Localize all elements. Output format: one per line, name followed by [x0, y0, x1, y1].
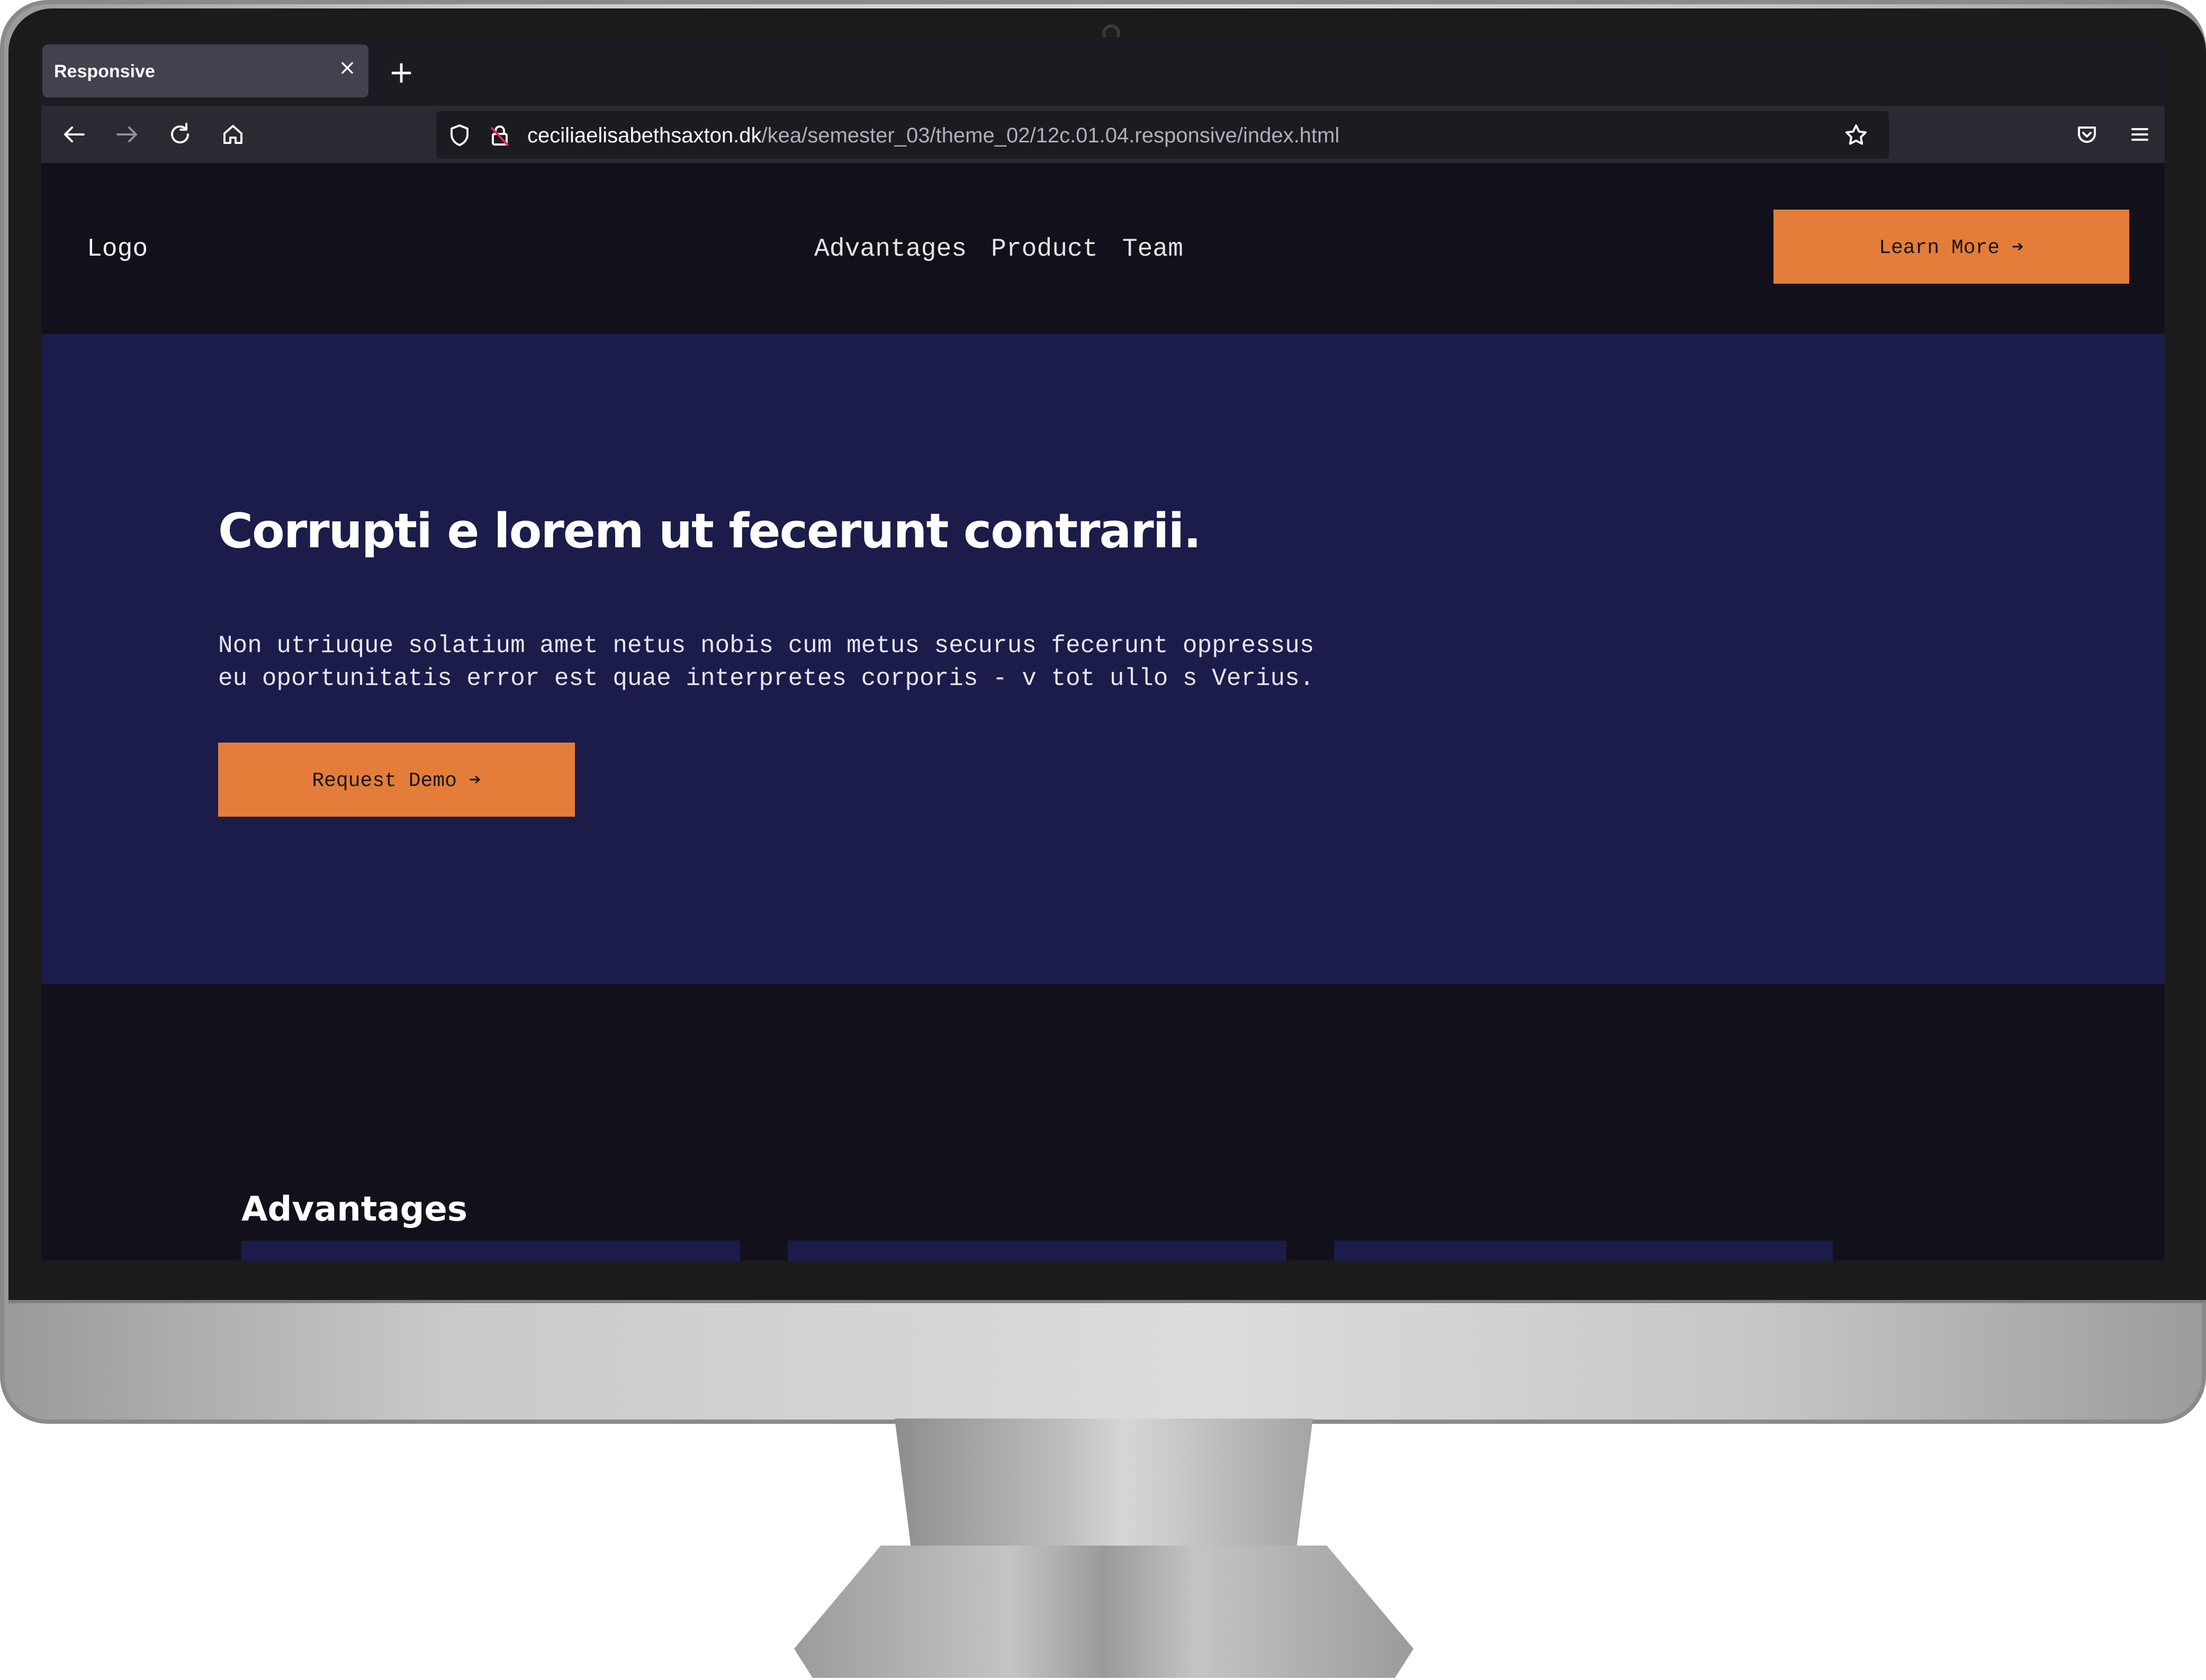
url-text[interactable]: ceciliaelisabethsaxton.dk/kea/semester_0…: [527, 124, 1339, 148]
advantages-heading: Advantages: [241, 1190, 467, 1229]
monitor-stand-neck: [895, 1419, 1313, 1551]
advantage-card: [788, 1241, 1286, 1261]
site-header: Logo Advantages Product Team Learn More …: [41, 163, 2165, 334]
url-bar[interactable]: ceciliaelisabethsaxton.dk/kea/semester_0…: [436, 111, 1889, 159]
hero-section: Corrupti e lorem ut fecerunt contrarii. …: [41, 334, 2165, 984]
navigation-toolbar: ceciliaelisabethsaxton.dk/kea/semester_0…: [41, 106, 2165, 163]
menu-icon[interactable]: [2124, 119, 2156, 150]
close-icon[interactable]: ×: [337, 57, 358, 78]
pocket-icon[interactable]: [2071, 119, 2103, 150]
home-icon[interactable]: [217, 119, 249, 150]
url-path: /kea/semester_03/theme_02/12c.01.04.resp…: [761, 124, 1340, 147]
reload-icon[interactable]: [164, 119, 196, 150]
nav-link-team[interactable]: Team: [1122, 235, 1183, 264]
back-icon[interactable]: [58, 119, 90, 150]
tab-bar: Responsive × +: [41, 37, 2165, 106]
new-tab-icon[interactable]: +: [385, 56, 417, 88]
advantage-card: [241, 1241, 740, 1261]
advantage-card: [1334, 1241, 1833, 1261]
hero-title: Corrupti e lorem ut fecerunt contrarii.: [218, 503, 1202, 559]
request-demo-button[interactable]: Request Demo ➔: [218, 743, 575, 817]
hero-description: Non utriuque solatium amet netus nobis c…: [218, 632, 1314, 692]
url-host: ceciliaelisabethsaxton.dk: [527, 124, 762, 147]
web-page: Logo Advantages Product Team Learn More …: [41, 163, 2165, 1261]
forward-icon[interactable]: [111, 119, 143, 150]
browser-window: Responsive × + ceciliaelisabethsaxton.dk…: [41, 37, 2165, 1261]
shield-icon[interactable]: [444, 119, 475, 151]
bezel-edge: [8, 1300, 2206, 1303]
monitor-stand-base: [794, 1546, 1413, 1678]
nav-link-product[interactable]: Product: [991, 235, 1098, 264]
insecure-lock-icon[interactable]: [484, 119, 516, 151]
tab-responsive[interactable]: Responsive ×: [42, 44, 368, 97]
site-nav: Advantages Product Team: [814, 235, 1183, 264]
learn-more-button[interactable]: Learn More ➔: [1773, 210, 2129, 284]
bookmark-star-icon[interactable]: [1840, 119, 1872, 151]
tab-title: Responsive: [54, 61, 155, 82]
nav-link-advantages[interactable]: Advantages: [814, 235, 967, 264]
site-logo[interactable]: Logo: [87, 235, 148, 264]
